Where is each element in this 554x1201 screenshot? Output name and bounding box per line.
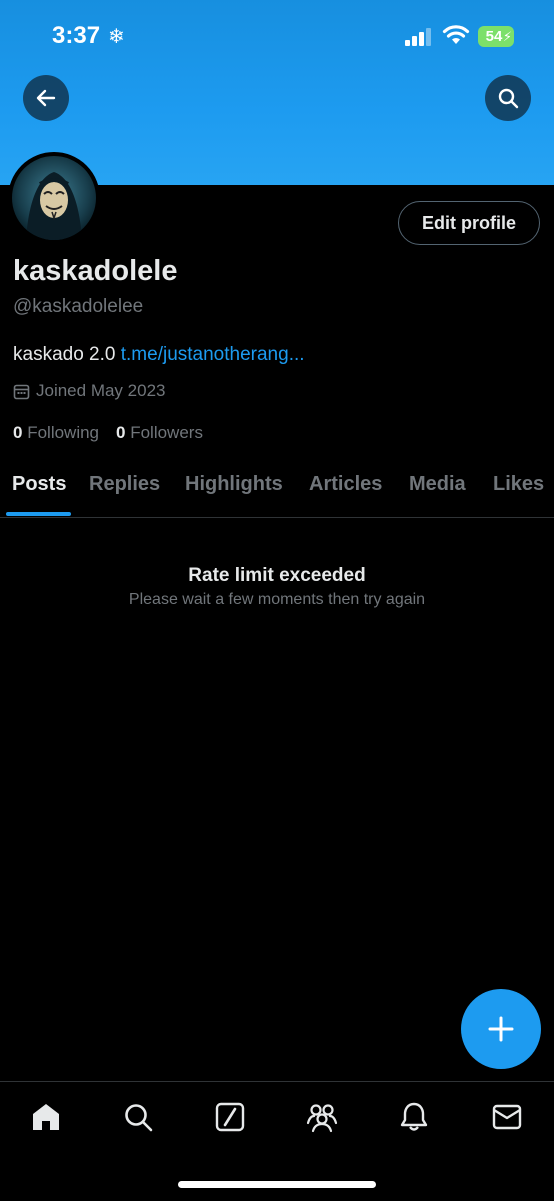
active-tab-indicator (6, 512, 71, 516)
home-icon (33, 1104, 59, 1130)
search-icon (125, 1104, 153, 1132)
tab-posts[interactable]: Posts (12, 473, 66, 496)
tab-media[interactable]: Media (409, 473, 466, 496)
nav-communities[interactable] (305, 1100, 339, 1134)
joined-date: Joined May 2023 (13, 381, 165, 401)
avatar-image (12, 156, 96, 240)
nav-search[interactable] (121, 1100, 155, 1134)
search-button[interactable] (485, 75, 531, 121)
compose-post-button[interactable] (461, 989, 541, 1069)
joined-text: Joined May 2023 (36, 381, 166, 400)
profile-handle: @kaskadolelee (13, 296, 144, 317)
search-icon (498, 88, 519, 109)
status-bar: 3:37 ❄ 54 ⚡ (0, 0, 554, 70)
home-indicator[interactable] (178, 1181, 376, 1188)
edit-profile-button[interactable]: Edit profile (398, 201, 540, 245)
tab-replies[interactable]: Replies (89, 473, 160, 496)
wifi-icon (442, 25, 470, 44)
profile-tabs: Posts Replies Highlights Articles Media … (0, 455, 554, 518)
bio-link[interactable]: t.me/justanotherang... (121, 344, 305, 365)
messages-icon (492, 1104, 522, 1130)
followers-count: 0 (116, 423, 126, 442)
plus-icon (488, 1016, 514, 1042)
tab-articles[interactable]: Articles (309, 473, 382, 496)
cellular-signal-icon (405, 28, 431, 46)
focus-snowflake-icon: ❄ (108, 26, 125, 48)
profile-bio: kaskado 2.0 t.me/justanotherang... (13, 344, 305, 366)
calendar-icon (13, 384, 30, 399)
charging-bolt-icon: ⚡ (502, 29, 512, 44)
following-count: 0 (13, 423, 23, 442)
grok-icon (215, 1102, 245, 1132)
status-time: 3:37 (52, 22, 101, 49)
back-arrow-icon (36, 89, 56, 107)
error-title: Rate limit exceeded (188, 565, 366, 586)
communities-icon (306, 1104, 338, 1133)
error-message: Please wait a few moments then try again (128, 591, 426, 608)
tab-highlights[interactable]: Highlights (185, 473, 283, 496)
nav-messages[interactable] (490, 1100, 524, 1134)
followers-link[interactable]: 0 Followers (116, 423, 203, 443)
nav-grok[interactable] (213, 1100, 247, 1134)
profile-display-name: kaskadolele (13, 255, 178, 287)
followers-label: Followers (130, 423, 203, 442)
following-link[interactable]: 0 Following (13, 423, 99, 443)
bio-text: kaskado 2.0 (13, 344, 116, 365)
avatar[interactable] (8, 152, 100, 244)
notifications-icon (400, 1102, 428, 1131)
battery-level: 54 (485, 28, 503, 45)
battery-indicator: 54 ⚡ (478, 26, 514, 47)
nav-notifications[interactable] (397, 1100, 431, 1134)
following-label: Following (27, 423, 100, 442)
back-button[interactable] (23, 75, 69, 121)
tab-likes[interactable]: Likes (493, 473, 544, 496)
nav-home[interactable] (29, 1100, 63, 1134)
